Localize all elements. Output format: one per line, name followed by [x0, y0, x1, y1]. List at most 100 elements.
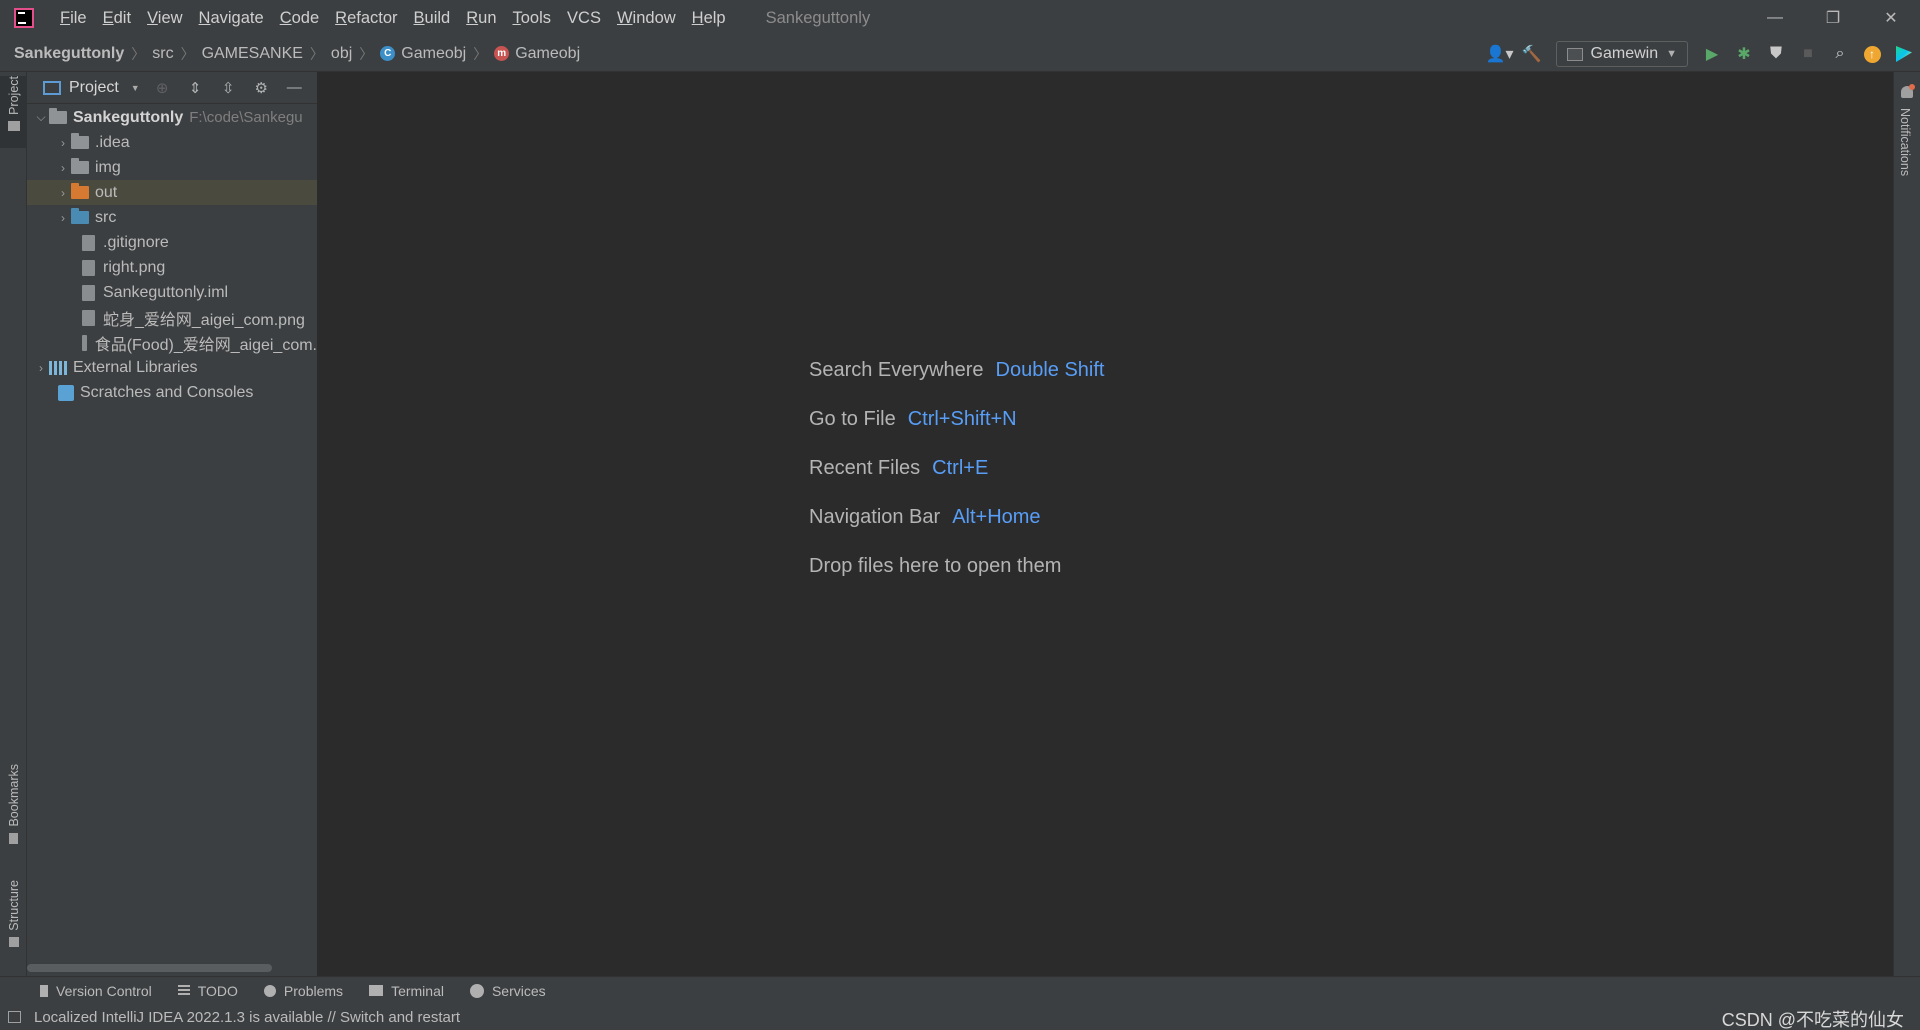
tree-item-src[interactable]: › src	[27, 205, 317, 230]
bookmarks-tool-tab[interactable]: Bookmarks	[0, 764, 27, 854]
breadcrumb-src[interactable]: src	[152, 45, 173, 63]
project-tree: ⌵ Sankeguttonly F:\code\Sankegu › .idea …	[27, 104, 317, 405]
stop-icon[interactable]: ■	[1792, 36, 1824, 72]
tree-item-iml[interactable]: Sankeguttonly.iml	[27, 280, 317, 305]
menu-code[interactable]: Code	[272, 0, 327, 36]
build-hammer-icon[interactable]: 🔨	[1516, 36, 1548, 72]
tree-item-gitignore[interactable]: .gitignore	[27, 230, 317, 255]
tool-window-bar: Version Control TODO Problems Terminal S…	[0, 976, 1920, 1004]
tree-item-label: src	[95, 208, 117, 226]
collapse-all-icon[interactable]: ⇳	[212, 72, 245, 104]
tab-label: Terminal	[391, 982, 444, 999]
horizontal-scrollbar[interactable]	[27, 964, 272, 972]
tree-item-external-libraries[interactable]: › External Libraries	[27, 355, 317, 380]
menu-refactor[interactable]: Refactor	[327, 0, 405, 36]
chevron-down-icon[interactable]: ⌵	[33, 110, 49, 125]
menu-build[interactable]: Build	[406, 0, 459, 36]
chevron-down-icon[interactable]: ▼	[131, 83, 140, 93]
tab-label: Problems	[283, 982, 344, 999]
breadcrumb-method[interactable]: m Gameobj	[494, 45, 580, 63]
gear-icon[interactable]: ⚙	[245, 72, 278, 104]
toggle-tool-windows-icon[interactable]	[8, 1011, 21, 1023]
close-button[interactable]: ✕	[1862, 0, 1920, 36]
hint-shortcut[interactable]: Alt+Home	[952, 506, 1040, 529]
tree-item-scratches[interactable]: Scratches and Consoles	[27, 380, 317, 405]
restore-button[interactable]: ❐	[1804, 0, 1862, 36]
menu-help[interactable]: Help	[684, 0, 734, 36]
menu-view[interactable]: View	[139, 0, 190, 36]
run-configuration-label: Gamewin	[1590, 45, 1659, 62]
image-file-icon	[82, 309, 95, 326]
update-icon[interactable]: ↑	[1856, 36, 1888, 72]
debug-icon[interactable]: ✱	[1728, 36, 1760, 72]
navigation-bar: Sankeguttonly 〉 src 〉 GAMESANKE 〉 obj 〉 …	[0, 36, 1920, 72]
run-icon[interactable]: ▶	[1696, 36, 1728, 72]
hide-panel-icon[interactable]: —	[278, 72, 311, 104]
coverage-icon[interactable]: ⛊	[1760, 36, 1792, 72]
tab-label: TODO	[197, 982, 238, 999]
method-icon: m	[494, 46, 510, 61]
hint-shortcut[interactable]: Double Shift	[996, 359, 1105, 382]
select-opened-file-icon[interactable]: ⊕	[146, 72, 179, 104]
problems-tab[interactable]: Problems	[263, 982, 344, 999]
root-label: Sankeguttonly	[73, 108, 184, 126]
status-bar: Localized IntelliJ IDEA 2022.1.3 is avai…	[0, 1004, 1920, 1030]
chevron-right-icon[interactable]: ›	[33, 361, 49, 375]
project-folder-icon	[49, 108, 67, 124]
tree-item-label: External Libraries	[73, 358, 198, 376]
services-tab[interactable]: Services	[469, 983, 546, 999]
breadcrumb-obj[interactable]: obj	[331, 45, 352, 63]
tree-item-food-png[interactable]: 食品(Food)_爱给网_aigei_com.	[27, 330, 317, 355]
chevron-right-icon[interactable]: ›	[55, 136, 71, 150]
search-icon[interactable]: ⌕	[1824, 36, 1856, 72]
breadcrumb-package[interactable]: GAMESANKE	[202, 45, 303, 63]
menu-file[interactable]: File	[52, 0, 95, 36]
run-configuration-select[interactable]: Gamewin ▼	[1555, 41, 1688, 67]
tree-item-idea[interactable]: › .idea	[27, 130, 317, 155]
hint-go-to-file: Go to File Ctrl+Shift+N	[809, 408, 1105, 457]
tree-item-snake-png[interactable]: 蛇身_爱给网_aigei_com.png	[27, 305, 317, 330]
hint-shortcut[interactable]: Ctrl+Shift+N	[908, 408, 1017, 431]
project-tool-tab[interactable]: Project	[0, 76, 27, 148]
project-panel: Project ▼ ⊕ ⇕ ⇳ ⚙ — ⌵ Sankeguttonly F:\c…	[27, 72, 318, 976]
title-bar: File Edit View Navigate Code Refactor Bu…	[0, 0, 1920, 36]
tree-root-item[interactable]: ⌵ Sankeguttonly F:\code\Sankegu	[27, 105, 317, 130]
toolbar-right: 👤▾ 🔨 Gamewin ▼ ▶ ✱ ⛊ ■ ⌕ ↑	[1484, 36, 1920, 72]
terminal-tab[interactable]: Terminal	[369, 983, 444, 999]
chevron-right-icon[interactable]: ›	[55, 161, 71, 175]
status-message[interactable]: Localized IntelliJ IDEA 2022.1.3 is avai…	[34, 1009, 460, 1026]
notifications-tab[interactable]: Notifications	[1898, 108, 1912, 176]
editor-empty-hints: Search Everywhere Double Shift Go to Fil…	[809, 359, 1105, 604]
user-account-icon[interactable]: 👤▾	[1484, 36, 1516, 72]
project-panel-title[interactable]: Project	[69, 79, 119, 97]
tree-item-out[interactable]: › out	[27, 180, 317, 205]
structure-tab-label: Structure	[6, 880, 21, 931]
window-controls: — ❐ ✕	[1746, 0, 1920, 36]
editor-area[interactable]: Search Everywhere Double Shift Go to Fil…	[318, 72, 1893, 976]
tree-item-label: right.png	[103, 258, 166, 276]
menu-edit[interactable]: Edit	[95, 0, 139, 36]
todo-tab[interactable]: TODO	[177, 982, 238, 999]
structure-tool-tab[interactable]: Structure	[0, 880, 27, 966]
bookmarks-tab-label: Bookmarks	[6, 764, 21, 827]
tree-item-label: 蛇身_爱给网_aigei_com.png	[103, 311, 305, 329]
hint-shortcut[interactable]: Ctrl+E	[932, 457, 988, 480]
expand-all-icon[interactable]: ⇕	[179, 72, 212, 104]
jetbrains-toolbox-icon[interactable]	[1888, 36, 1920, 72]
menu-run[interactable]: Run	[458, 0, 504, 36]
tree-item-label: out	[95, 183, 118, 201]
breadcrumb-project[interactable]: Sankeguttonly	[0, 45, 124, 63]
chevron-right-icon[interactable]: ›	[55, 186, 71, 200]
chevron-right-icon[interactable]: ›	[55, 211, 71, 225]
minimize-button[interactable]: —	[1746, 0, 1804, 36]
menu-navigate[interactable]: Navigate	[191, 0, 272, 36]
branch-icon	[40, 984, 48, 997]
menu-tools[interactable]: Tools	[505, 0, 560, 36]
menu-vcs[interactable]: VCS	[559, 0, 609, 36]
tree-item-img[interactable]: › img	[27, 155, 317, 180]
breadcrumb-class[interactable]: C Gameobj	[380, 45, 466, 63]
module-file-icon	[82, 284, 95, 301]
tree-item-right-png[interactable]: right.png	[27, 255, 317, 280]
menu-window[interactable]: Window	[609, 0, 684, 36]
version-control-tab[interactable]: Version Control	[40, 983, 152, 999]
